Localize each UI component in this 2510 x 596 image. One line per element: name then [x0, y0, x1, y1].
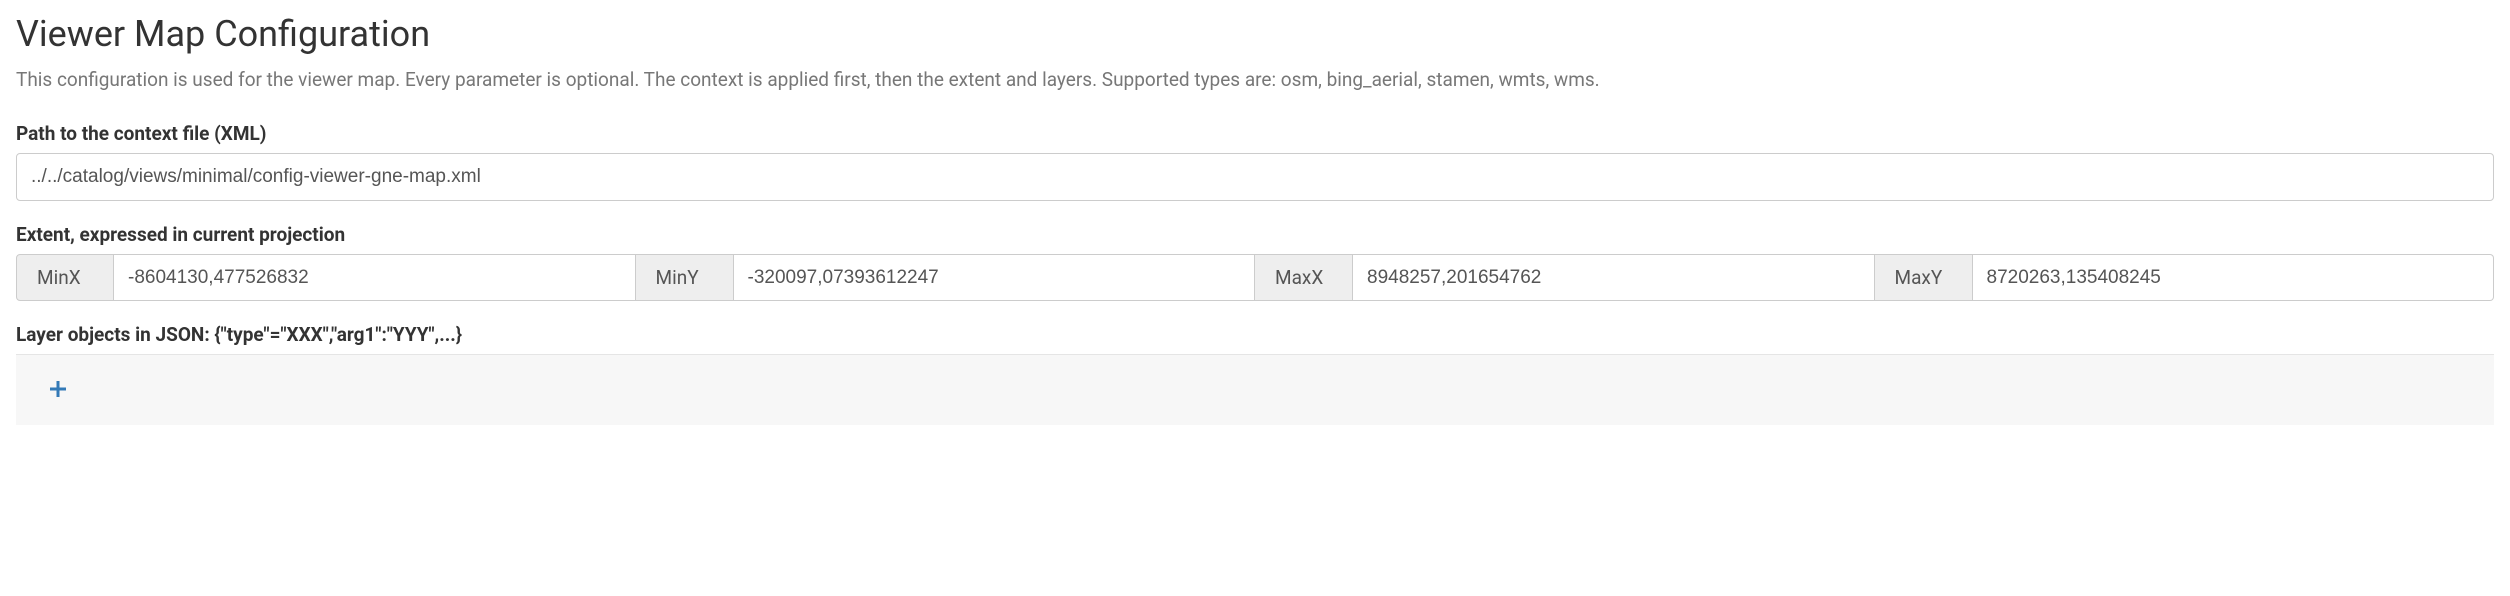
- plus-icon: [50, 381, 66, 397]
- extent-minx-input[interactable]: [114, 254, 636, 301]
- layer-objects-box: [16, 354, 2494, 425]
- add-layer-button[interactable]: [48, 379, 68, 399]
- extent-miny-label: MinY: [636, 254, 734, 301]
- extent-label: Extent, expressed in current projection: [16, 223, 2494, 246]
- extent-maxx-input[interactable]: [1353, 254, 1875, 301]
- extent-maxx-label: MaxX: [1255, 254, 1353, 301]
- layer-objects-label: Layer objects in JSON: {"type"="XXX","ar…: [16, 323, 2494, 346]
- page-description: This configuration is used for the viewe…: [16, 67, 2494, 94]
- extent-minx-label: MinX: [16, 254, 114, 301]
- extent-miny-input[interactable]: [734, 254, 1256, 301]
- extent-maxy-label: MaxY: [1875, 254, 1973, 301]
- extent-row: MinX MinY MaxX MaxY: [16, 254, 2494, 301]
- context-file-label: Path to the context file (XML): [16, 122, 2494, 145]
- context-file-input[interactable]: [16, 153, 2494, 202]
- extent-maxy-input[interactable]: [1973, 254, 2495, 301]
- page-title: Viewer Map Configuration: [16, 12, 2494, 57]
